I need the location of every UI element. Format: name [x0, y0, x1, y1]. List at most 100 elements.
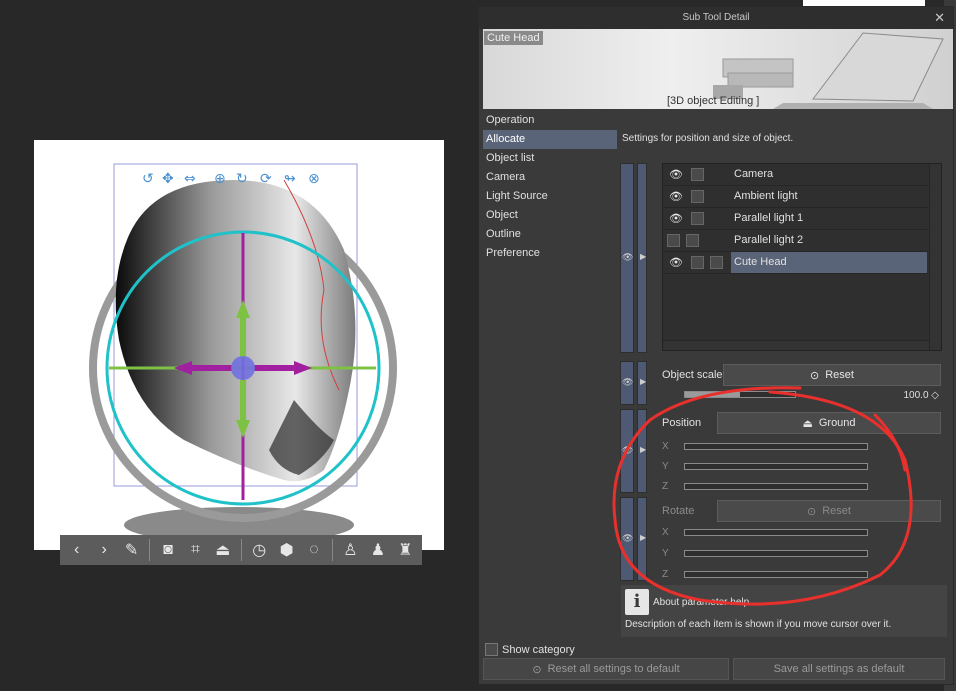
ground-icon: ⏏	[802, 417, 813, 430]
tool-preview: Cute Head [3D object Editing ]	[483, 29, 953, 109]
rotate-z-slider[interactable]	[684, 571, 868, 578]
layer-name: Parallel light 2	[734, 234, 804, 246]
visibility-eye-icon[interactable]: 👁	[667, 256, 685, 269]
scale-value[interactable]: 100.0 ◇	[904, 390, 940, 401]
layer-list-eye-column[interactable]: 👁	[620, 163, 634, 353]
layer-extra-checkbox[interactable]	[710, 256, 723, 269]
save-all-label: Save all settings as default	[773, 663, 905, 675]
layer-lock-checkbox[interactable]	[691, 212, 704, 225]
preview-caption: [3D object Editing ]	[667, 95, 760, 107]
category-camera[interactable]: Camera	[483, 168, 617, 187]
position-y-slider[interactable]	[684, 463, 868, 470]
toolbar-divider	[149, 539, 151, 561]
category-allocate[interactable]: Allocate	[483, 130, 617, 149]
toolbar-divider	[240, 539, 242, 561]
wrench-icon[interactable]: ✎	[119, 537, 144, 563]
visibility-eye-icon[interactable]: 👁	[667, 212, 685, 225]
help-text: Description of each item is shown if you…	[625, 619, 892, 630]
ground-button[interactable]: ⏏ Ground	[717, 412, 941, 434]
reset-all-button[interactable]: ⊙ Reset all settings to default	[483, 658, 729, 680]
object-rotate-icon: ↻	[236, 171, 248, 187]
layer-lock-checkbox[interactable]	[691, 256, 704, 269]
horizontal-scrollbar[interactable]	[663, 340, 929, 350]
dialog-titlebar[interactable]: Sub Tool Detail ✕	[479, 7, 953, 29]
rotate-z-label: Z	[662, 569, 669, 580]
rotate-reset-button[interactable]: ⊙ Reset	[717, 500, 941, 522]
dialog-footer: ⊙ Reset all settings to default Save all…	[483, 658, 949, 682]
object-layer-list: 👁 Camera 👁 Ambient light 👁 Parallel ligh…	[662, 163, 942, 351]
layer-list-expand-column[interactable]: ▶	[637, 163, 647, 353]
fit-icon[interactable]: ⌗	[183, 537, 208, 563]
position-x-slider[interactable]	[684, 443, 868, 450]
layer-row[interactable]: Parallel light 2	[663, 230, 941, 252]
layer-row[interactable]: 👁 Camera	[663, 164, 941, 186]
gizmo-center[interactable]	[231, 356, 255, 380]
rotate-x-slider[interactable]	[684, 529, 868, 536]
show-category-toggle[interactable]: Show category	[485, 643, 575, 656]
prev-icon[interactable]: ‹	[64, 537, 89, 563]
light2-icon[interactable]: ♟	[365, 537, 390, 563]
vertical-scrollbar[interactable]	[929, 164, 941, 350]
layer-row[interactable]: 👁 Parallel light 1	[663, 208, 941, 230]
object-scale-label: Object scale	[662, 369, 723, 381]
3d-head-object[interactable]: ↺ ✥ ⇔ ⊕ ↻ ⟳ ↬ ⊗	[34, 140, 444, 550]
arrow-down-stem	[240, 380, 246, 422]
camera-rotate-icon: ↺	[142, 171, 154, 187]
layer-row[interactable]: 👁 Ambient light	[663, 186, 941, 208]
layer-lock-checkbox[interactable]	[691, 190, 704, 203]
close-button[interactable]: ✕	[934, 7, 945, 29]
settings-description: Settings for position and size of object…	[622, 133, 794, 144]
category-outline[interactable]: Outline	[483, 225, 617, 244]
position-z-label: Z	[662, 481, 669, 492]
scale-expand-column[interactable]: ▶	[637, 361, 647, 405]
layer-lock-checkbox[interactable]	[686, 234, 699, 247]
rotate-y-slider[interactable]	[684, 550, 868, 557]
ground-icon[interactable]: ⏏	[210, 537, 235, 563]
rotate-expand-column[interactable]: ▶	[637, 497, 647, 581]
help-title: About parameter help	[653, 597, 750, 608]
layer-row[interactable]: 👁 Cute Head	[663, 252, 941, 274]
rotate-reset-label: Reset	[822, 505, 851, 517]
category-operation[interactable]: Operation	[483, 111, 617, 130]
scale-eye-column[interactable]: 👁	[620, 361, 634, 405]
category-light-source[interactable]: Light Source	[483, 187, 617, 206]
visibility-eye-icon[interactable]: 👁	[667, 168, 685, 181]
layer-name: Camera	[734, 168, 774, 180]
next-icon[interactable]: ›	[91, 537, 116, 563]
save-all-button[interactable]: Save all settings as default	[733, 658, 945, 680]
object-scale-slider[interactable]	[684, 391, 796, 398]
object-rotate2-icon: ⟳	[260, 171, 272, 187]
category-object-list[interactable]: Object list	[483, 149, 617, 168]
dialog-title: Sub Tool Detail	[682, 12, 750, 23]
category-object[interactable]: Object	[483, 206, 617, 225]
rotate-icon[interactable]: ◌	[301, 537, 326, 563]
show-category-checkbox[interactable]	[485, 643, 498, 656]
visibility-checkbox[interactable]	[667, 234, 680, 247]
reset-icon: ⊙	[807, 505, 817, 518]
layer-lock-checkbox[interactable]	[691, 168, 704, 181]
camera-icon[interactable]: ◙	[155, 537, 180, 563]
position-z-slider[interactable]	[684, 483, 868, 490]
show-category-label: Show category	[502, 643, 575, 656]
object-launcher-toolbar: ‹ › ✎ ◙ ⌗ ⏏ ◷ ⬢ ◌ ♙ ♟ ♜	[60, 535, 422, 565]
layer-name: Cute Head	[731, 252, 927, 273]
preview-tool-name: Cute Head	[484, 31, 543, 45]
object-move-icon: ⊕	[214, 171, 226, 187]
light-icon[interactable]: ♙	[338, 537, 363, 563]
light3-icon[interactable]: ♜	[393, 537, 418, 563]
reset-all-label: Reset all settings to default	[547, 663, 680, 675]
reset-icon[interactable]: ◷	[247, 537, 272, 563]
object-icon[interactable]: ⬢	[274, 537, 299, 563]
sub-tool-detail-dialog: Sub Tool Detail ✕ Cute Head [3D object E…	[478, 6, 954, 685]
ground-label: Ground	[818, 417, 856, 429]
position-expand-column[interactable]: ▶	[637, 409, 647, 493]
info-icon: i	[625, 589, 649, 615]
category-preference[interactable]: Preference	[483, 244, 617, 263]
object-rotate3-icon: ↬	[284, 171, 296, 187]
scale-reset-button[interactable]: ⊙ Reset	[723, 364, 941, 386]
visibility-eye-icon[interactable]: 👁	[667, 190, 685, 203]
canvas-area[interactable]: ↺ ✥ ⇔ ⊕ ↻ ⟳ ↬ ⊗ ‹ › ✎ ◙ ⌗ ⏏ ◷ ⬢ ◌ ♙ ♟ ♜	[0, 0, 478, 691]
object-scale-icon: ⊗	[308, 171, 320, 187]
position-eye-column[interactable]: 👁	[620, 409, 634, 493]
rotate-eye-column[interactable]: 👁	[620, 497, 634, 581]
